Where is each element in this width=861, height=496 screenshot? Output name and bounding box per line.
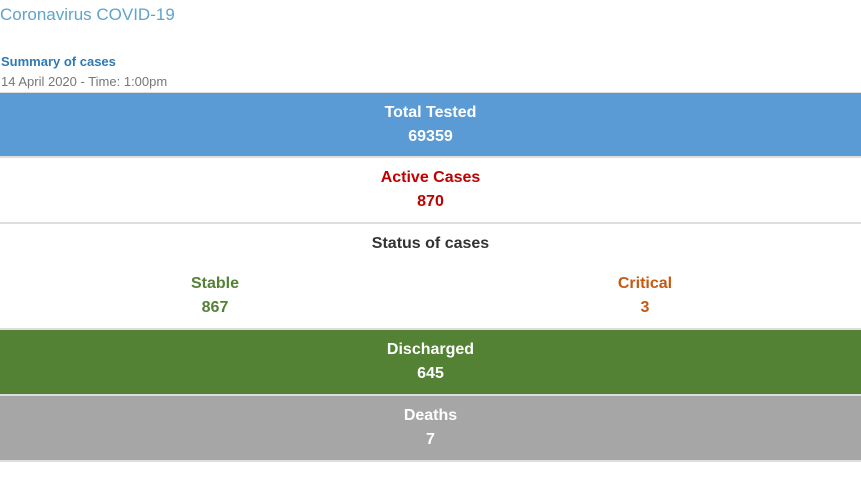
status-of-cases-label: Status of cases [371, 235, 490, 252]
active-cases-value: 870 [417, 193, 444, 210]
deaths-row: Deaths 7 [0, 396, 861, 462]
critical-cell: Critical 3 [430, 272, 860, 320]
total-tested-label: Total Tested [384, 104, 477, 121]
deaths-value: 7 [426, 431, 435, 448]
status-of-cases-row: Status of cases Stable 867 Critical 3 [0, 224, 861, 330]
cases-summary-table: Total Tested 69359 Active Cases 870 Stat… [0, 92, 861, 462]
discharged-label: Discharged [386, 341, 475, 358]
active-cases-label: Active Cases [380, 169, 481, 186]
stable-value: 867 [201, 299, 229, 316]
critical-value: 3 [640, 299, 650, 316]
status-columns: Stable 867 Critical 3 [0, 272, 861, 320]
summary-date: 14 April 2020 - Time: 1:00pm [1, 74, 168, 89]
total-tested-value: 69359 [408, 128, 453, 145]
discharged-row: Discharged 645 [0, 330, 861, 396]
summary-title: Summary of cases [1, 54, 116, 69]
page-title: Coronavirus COVID-19 [0, 5, 175, 24]
discharged-value: 645 [417, 365, 444, 382]
critical-label: Critical [617, 275, 673, 292]
stable-cell: Stable 867 [0, 272, 430, 320]
active-cases-row: Active Cases 870 [0, 158, 861, 224]
stable-label: Stable [190, 275, 239, 292]
deaths-label: Deaths [403, 407, 458, 424]
total-tested-row: Total Tested 69359 [0, 92, 861, 158]
